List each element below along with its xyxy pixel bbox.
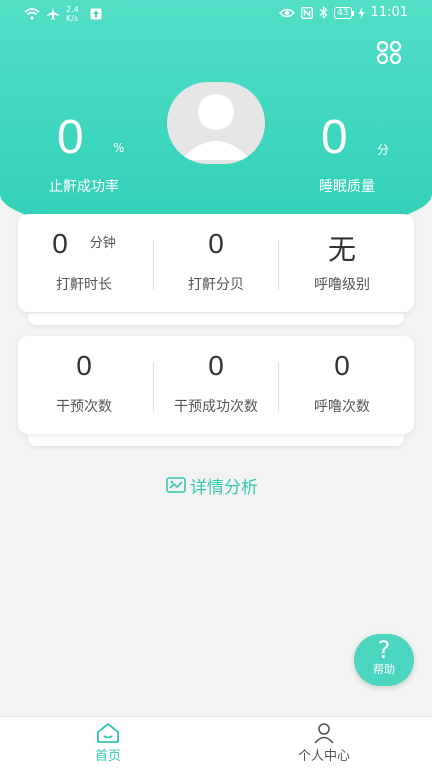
sleep-quality-label: 睡眠质量 <box>319 179 375 195</box>
snore-duration-value: 0 <box>52 228 68 259</box>
help-label: 帮助 <box>373 663 395 676</box>
bottom-tab-bar: 首页 个人中心 <box>0 716 432 769</box>
nfc-icon <box>301 6 314 19</box>
tab-profile[interactable]: 个人中心 <box>216 717 432 769</box>
chart-image-icon <box>166 477 186 493</box>
intervention-count-cell: 0 干预次数 <box>18 336 150 434</box>
sleep-quality-unit: 分 <box>377 143 390 157</box>
home-icon <box>97 723 119 743</box>
intervention-success-cell: 0 干预成功次数 <box>150 336 282 434</box>
intervention-stats-card: 0 干预次数 0 干预成功次数 0 呼噜次数 <box>18 336 414 434</box>
charging-icon <box>358 6 365 19</box>
snore-duration-label: 打鼾时长 <box>56 277 112 293</box>
snore-decibel-value: 0 <box>208 228 224 259</box>
eye-icon <box>279 8 296 17</box>
intervention-success-label: 干预成功次数 <box>174 399 258 415</box>
intervention-count-label: 干预次数 <box>56 399 112 415</box>
tab-home[interactable]: 首页 <box>0 717 216 769</box>
snore-stop-rate-unit: % <box>113 141 125 155</box>
user-avatar-icon <box>181 94 251 160</box>
net-speed-value: 2.4 <box>66 5 79 14</box>
tab-home-label: 首页 <box>94 749 121 764</box>
airplane-icon <box>47 8 59 20</box>
snore-stop-rate-value: 0 <box>57 111 84 164</box>
net-speed-unit: K/s <box>66 14 79 23</box>
snore-decibel-label: 打鼾分贝 <box>188 277 244 293</box>
intervention-count-value: 0 <box>76 350 92 381</box>
snore-decibel-cell: 0 打鼾分贝 <box>150 214 282 312</box>
snore-duration-cell: 0 分钟 打鼾时长 <box>18 214 150 312</box>
net-speed: 2.4 K/s <box>66 5 84 23</box>
sleep-quality-value: 0 <box>321 111 348 164</box>
grid-icon <box>376 40 402 65</box>
snore-level-value: 无 <box>327 234 356 265</box>
snore-count-cell: 0 呼噜次数 <box>276 336 408 434</box>
avatar[interactable] <box>167 82 265 164</box>
snore-level-cell: 无 呼噜级别 <box>276 214 408 312</box>
snore-duration-unit: 分钟 <box>89 236 116 251</box>
card1-stack-shadow <box>28 313 404 325</box>
snore-duration-value-row: 0 分钟 <box>18 228 150 260</box>
upload-notification-icon <box>90 8 102 20</box>
detail-analysis-link[interactable]: 详情分析 <box>166 474 258 498</box>
tab-profile-label: 个人中心 <box>297 749 350 764</box>
help-button[interactable]: ? 帮助 <box>354 634 414 686</box>
wifi-icon <box>24 8 40 20</box>
detail-analysis-label: 详情分析 <box>190 477 258 498</box>
snore-stats-card: 0 分钟 打鼾时长 0 打鼾分贝 无 呼噜级别 <box>18 214 414 312</box>
person-icon <box>314 723 334 744</box>
snore-count-value: 0 <box>334 350 350 381</box>
intervention-success-value: 0 <box>208 350 224 381</box>
card2-stack-shadow <box>28 434 404 446</box>
battery-level: 43 <box>334 6 355 19</box>
status-right: 43 11:01 <box>279 5 408 20</box>
menu-grid-button[interactable] <box>376 40 404 66</box>
snore-count-label: 呼噜次数 <box>314 399 370 415</box>
snore-stop-rate-label: 止鼾成功率 <box>49 179 119 195</box>
status-bar: 2.4 K/s 43 11:01 <box>0 0 432 28</box>
status-time: 11:01 <box>370 5 408 20</box>
bluetooth-icon <box>319 6 328 19</box>
snore-level-label: 呼噜级别 <box>314 277 370 293</box>
status-left: 2.4 K/s <box>24 5 102 23</box>
help-question-icon: ? <box>377 636 391 664</box>
